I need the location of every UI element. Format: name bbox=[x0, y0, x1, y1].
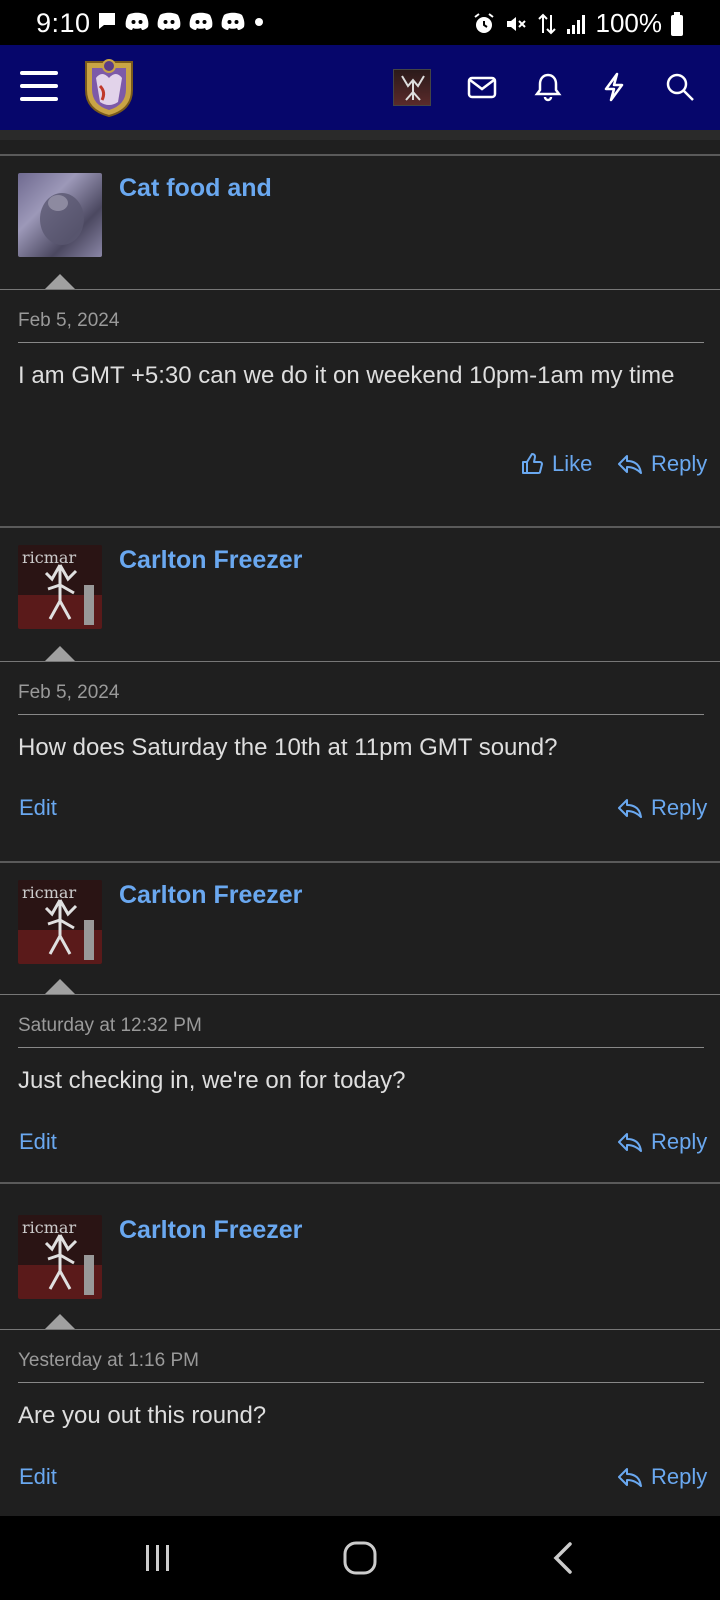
reply-label: Reply bbox=[651, 1129, 708, 1154]
reply-label: Reply bbox=[651, 451, 708, 476]
site-logo[interactable] bbox=[80, 56, 138, 118]
reply-icon bbox=[618, 1468, 642, 1487]
svg-text:ricmar: ricmar bbox=[22, 1218, 76, 1237]
post-date[interactable]: Saturday at 12:32 PM bbox=[18, 1015, 202, 1037]
bolt-icon[interactable] bbox=[598, 71, 630, 103]
post-body: I am GMT +5:30 can we do it on weekend 1… bbox=[18, 362, 675, 389]
discord-icon bbox=[125, 12, 149, 30]
edit-button[interactable]: Edit bbox=[19, 795, 57, 821]
post-date[interactable]: Yesterday at 1:16 PM bbox=[18, 1350, 199, 1372]
post-username[interactable]: Carlton Freezer bbox=[119, 546, 302, 575]
edit-label: Edit bbox=[19, 795, 57, 820]
app-header bbox=[0, 45, 720, 130]
post-body: Are you out this round? bbox=[18, 1402, 267, 1429]
reply-icon bbox=[618, 455, 642, 474]
reply-label: Reply bbox=[651, 1464, 708, 1489]
mail-icon[interactable] bbox=[466, 71, 498, 103]
user-avatar[interactable] bbox=[393, 69, 431, 106]
message-arrow bbox=[45, 979, 75, 994]
post-username[interactable]: Carlton Freezer bbox=[119, 1216, 302, 1245]
like-label: Like bbox=[552, 451, 593, 476]
post: Cat food and Feb 5, 2024 I am GMT +5:30 … bbox=[0, 140, 720, 515]
reply-label: Reply bbox=[651, 795, 708, 820]
post-divider bbox=[0, 994, 720, 995]
discord-icon bbox=[157, 12, 181, 30]
header-shadow bbox=[0, 130, 720, 140]
avatar[interactable]: ricmar bbox=[18, 880, 102, 964]
avatar[interactable] bbox=[18, 173, 102, 257]
discord-icon bbox=[221, 12, 245, 30]
post-divider bbox=[0, 861, 720, 863]
mute-icon bbox=[506, 16, 526, 31]
post-divider bbox=[0, 1329, 720, 1330]
edit-label: Edit bbox=[19, 1129, 57, 1154]
dot-icon bbox=[255, 18, 263, 26]
reply-icon bbox=[618, 1133, 642, 1152]
like-button[interactable]: Like bbox=[520, 451, 592, 477]
post-divider bbox=[0, 526, 720, 528]
avatar[interactable]: ricmar bbox=[18, 545, 102, 629]
status-bar: 9:10 100% bbox=[0, 0, 720, 45]
battery-percent: 100% bbox=[595, 8, 663, 38]
post: ricmar Carlton Freezer Yesterday at 1:16… bbox=[0, 1182, 720, 1516]
edit-button[interactable]: Edit bbox=[19, 1464, 57, 1490]
recents-icon[interactable] bbox=[142, 1542, 174, 1574]
date-divider bbox=[18, 1047, 704, 1048]
svg-text:ricmar: ricmar bbox=[22, 548, 76, 567]
post-divider bbox=[0, 154, 720, 156]
bell-icon[interactable] bbox=[532, 71, 564, 103]
data-icon bbox=[537, 13, 556, 34]
message-arrow bbox=[45, 646, 75, 661]
date-divider bbox=[18, 1382, 704, 1383]
discord-icon bbox=[189, 12, 213, 30]
message-arrow bbox=[45, 1314, 75, 1329]
avatar[interactable]: ricmar bbox=[18, 1215, 102, 1299]
post-divider bbox=[0, 661, 720, 662]
battery-icon bbox=[671, 11, 683, 36]
edit-label: Edit bbox=[19, 1464, 57, 1489]
reply-button[interactable]: Reply bbox=[617, 1464, 707, 1490]
post: ricmar Carlton Freezer Feb 5, 2024 How d… bbox=[0, 512, 720, 847]
system-nav-bar bbox=[0, 1516, 720, 1600]
reply-button[interactable]: Reply bbox=[617, 795, 707, 821]
post-username[interactable]: Carlton Freezer bbox=[119, 881, 302, 910]
back-icon[interactable] bbox=[548, 1541, 578, 1575]
post-date[interactable]: Feb 5, 2024 bbox=[18, 310, 119, 332]
reply-button[interactable]: Reply bbox=[617, 451, 707, 477]
search-icon[interactable] bbox=[664, 71, 696, 103]
system-icons: 100% bbox=[472, 8, 685, 39]
reply-icon bbox=[618, 799, 642, 818]
message-arrow bbox=[45, 274, 75, 289]
chat-icon bbox=[99, 13, 115, 29]
edit-button[interactable]: Edit bbox=[19, 1129, 57, 1155]
notification-icons bbox=[96, 10, 266, 32]
home-icon[interactable] bbox=[342, 1540, 378, 1576]
post-username[interactable]: Cat food and bbox=[119, 174, 272, 203]
post-divider bbox=[0, 1182, 720, 1184]
thumbs-up-icon bbox=[522, 453, 543, 474]
svg-text:ricmar: ricmar bbox=[22, 883, 76, 902]
post-divider bbox=[0, 289, 720, 290]
post-body: Just checking in, we're on for today? bbox=[18, 1067, 406, 1094]
date-divider bbox=[18, 714, 704, 715]
signal-icon bbox=[566, 14, 585, 34]
menu-icon[interactable] bbox=[20, 69, 58, 103]
reply-button[interactable]: Reply bbox=[617, 1129, 707, 1155]
post: ricmar Carlton Freezer Saturday at 12:32… bbox=[0, 847, 720, 1182]
alarm-icon bbox=[473, 12, 494, 33]
post-date[interactable]: Feb 5, 2024 bbox=[18, 682, 119, 704]
post-body: How does Saturday the 10th at 11pm GMT s… bbox=[18, 734, 558, 761]
status-time: 9:10 bbox=[36, 8, 91, 38]
date-divider bbox=[18, 342, 704, 343]
